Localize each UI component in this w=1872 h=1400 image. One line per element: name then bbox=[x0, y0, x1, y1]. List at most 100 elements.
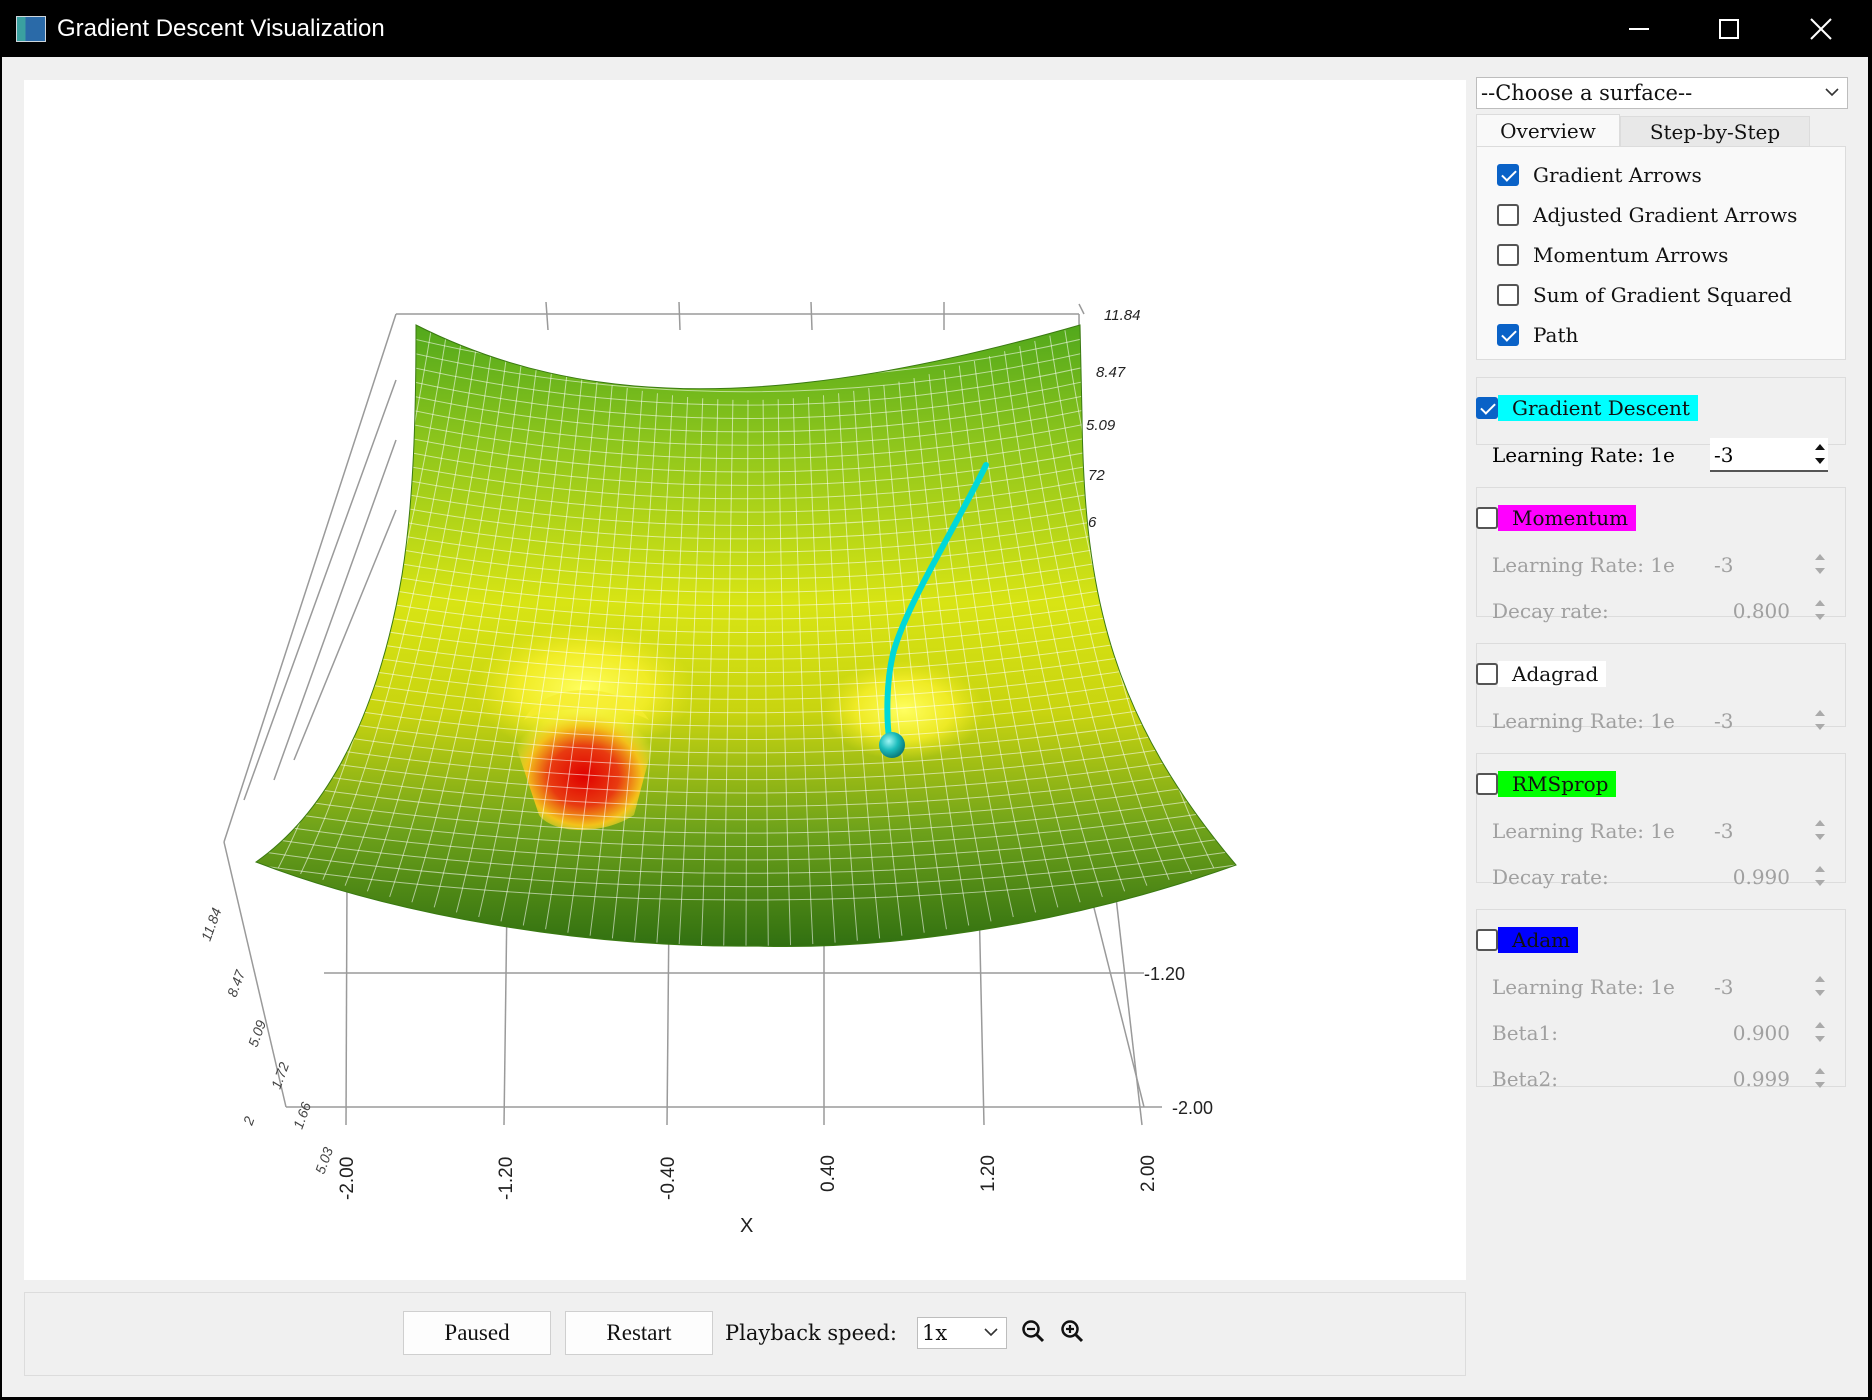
option-label: Path bbox=[1533, 323, 1579, 347]
spin-arrows-icon[interactable] bbox=[1812, 1016, 1828, 1048]
option-sum-of-gradient-squared[interactable]: Sum of Gradient Squared bbox=[1497, 281, 1792, 309]
minimize-icon bbox=[1629, 28, 1649, 30]
checkbox[interactable] bbox=[1476, 663, 1498, 685]
maximize-icon bbox=[1719, 19, 1739, 39]
adam-learning-rate-row: Learning Rate: 1e -3 bbox=[1492, 970, 1836, 1004]
adagrad-learning-rate-row: Learning Rate: 1e -3 bbox=[1492, 704, 1836, 738]
x-tick-label: 2.00 bbox=[1138, 1155, 1159, 1192]
adam-beta2-input[interactable]: 0.999 bbox=[1672, 1062, 1828, 1094]
close-button[interactable] bbox=[1776, 0, 1866, 57]
checkbox[interactable] bbox=[1476, 397, 1498, 419]
x-tick-label: -0.40 bbox=[658, 1157, 679, 1200]
loss-surface bbox=[256, 325, 1236, 947]
spin-arrows-icon[interactable] bbox=[1812, 860, 1828, 892]
optimizer-label: Momentum bbox=[1498, 505, 1637, 531]
rmsprop-decay-rate-input[interactable]: 0.990 bbox=[1672, 860, 1828, 892]
momentum-toggle[interactable]: Momentum bbox=[1476, 505, 1637, 531]
spin-arrows-icon[interactable] bbox=[1812, 970, 1828, 1002]
option-gradient-arrows[interactable]: Gradient Arrows bbox=[1497, 161, 1702, 189]
app-window: Gradient Descent Visualization 11.84 8.4… bbox=[0, 0, 1872, 1400]
playback-speed-select[interactable]: 1x bbox=[917, 1317, 1007, 1349]
option-momentum-arrows[interactable]: Momentum Arrows bbox=[1497, 241, 1728, 269]
momentum-learning-rate-input[interactable]: -3 bbox=[1710, 548, 1828, 580]
x-tick-label: -2.00 bbox=[337, 1157, 358, 1200]
field-value: -3 bbox=[1714, 553, 1734, 577]
option-adjusted-gradient-arrows[interactable]: Adjusted Gradient Arrows bbox=[1497, 201, 1797, 229]
field-value: -3 bbox=[1714, 709, 1734, 733]
option-path[interactable]: Path bbox=[1497, 321, 1578, 349]
pause-button[interactable]: Paused bbox=[403, 1311, 551, 1355]
surface-plot[interactable]: 11.84 8.47 5.09 72 6 11.84 8.47 5.09 1.7… bbox=[24, 80, 1466, 1280]
momentum-learning-rate-row: Learning Rate: 1e -3 bbox=[1492, 548, 1836, 582]
x-tick-label: 0.40 bbox=[818, 1155, 839, 1192]
overview-panel: Gradient Arrows Adjusted Gradient Arrows… bbox=[1476, 146, 1846, 360]
minimize-button[interactable] bbox=[1594, 0, 1684, 57]
surface-select[interactable]: --Choose a surface-- bbox=[1476, 77, 1848, 109]
spin-arrows-icon[interactable] bbox=[1812, 704, 1828, 736]
momentum-decay-rate-row: Decay rate: 0.800 bbox=[1492, 594, 1836, 628]
client-area: 11.84 8.47 5.09 72 6 11.84 8.47 5.09 1.7… bbox=[2, 57, 1868, 1397]
spin-arrows-icon[interactable] bbox=[1812, 548, 1828, 580]
chevron-down-icon bbox=[1825, 88, 1839, 97]
spin-arrows-icon[interactable] bbox=[1812, 594, 1828, 626]
tab-overview[interactable]: Overview bbox=[1476, 114, 1620, 147]
field-value: -3 bbox=[1714, 819, 1734, 843]
rmsprop-toggle[interactable]: RMSprop bbox=[1476, 771, 1617, 797]
option-label: Gradient Arrows bbox=[1533, 163, 1702, 187]
checkbox[interactable] bbox=[1476, 929, 1498, 951]
adam-toggle[interactable]: Adam bbox=[1476, 927, 1579, 953]
adam-learning-rate-input[interactable]: -3 bbox=[1710, 970, 1828, 1002]
adam-beta1-input[interactable]: 0.900 bbox=[1672, 1016, 1828, 1048]
field-label: Learning Rate: 1e bbox=[1492, 443, 1675, 467]
surface-plot-canvas[interactable]: 11.84 8.47 5.09 72 6 11.84 8.47 5.09 1.7… bbox=[24, 80, 1466, 1280]
checkbox[interactable] bbox=[1476, 773, 1498, 795]
z-tick-label: 72 bbox=[1088, 467, 1105, 484]
surface-select-value: --Choose a surface-- bbox=[1481, 81, 1693, 105]
option-label: Sum of Gradient Squared bbox=[1533, 283, 1792, 307]
z-tick-label: 1.66 bbox=[290, 1100, 314, 1131]
field-label: Beta1: bbox=[1492, 1021, 1558, 1045]
rmsprop-learning-rate-input[interactable]: -3 bbox=[1710, 814, 1828, 846]
playback-speed-label: Playback speed: bbox=[725, 1321, 897, 1345]
field-label: Decay rate: bbox=[1492, 599, 1609, 623]
gd-learning-rate-input[interactable]: -3 bbox=[1710, 438, 1828, 472]
checkbox[interactable] bbox=[1497, 284, 1519, 306]
adagrad-toggle[interactable]: Adagrad bbox=[1476, 661, 1607, 687]
z-tick-label: 2 bbox=[239, 1114, 257, 1128]
tab-step-by-step[interactable]: Step-by-Step bbox=[1620, 116, 1810, 148]
field-label: Learning Rate: 1e bbox=[1492, 975, 1675, 999]
zoom-out-icon[interactable] bbox=[1021, 1319, 1047, 1345]
zoom-in-icon[interactable] bbox=[1060, 1319, 1086, 1345]
gd-learning-rate-row: Learning Rate: 1e -3 bbox=[1492, 438, 1836, 472]
field-value: -3 bbox=[1714, 443, 1734, 467]
restart-button[interactable]: Restart bbox=[565, 1311, 713, 1355]
x-tick-label: -1.20 bbox=[496, 1157, 517, 1200]
optimizer-label: Gradient Descent bbox=[1498, 395, 1698, 421]
rmsprop-decay-rate-row: Decay rate: 0.990 bbox=[1492, 860, 1836, 894]
maximize-button[interactable] bbox=[1684, 0, 1774, 57]
momentum-decay-rate-input[interactable]: 0.800 bbox=[1672, 594, 1828, 626]
field-value: 0.800 bbox=[1732, 599, 1790, 623]
chevron-down-icon bbox=[984, 1328, 998, 1337]
checkbox[interactable] bbox=[1497, 244, 1519, 266]
checkbox[interactable] bbox=[1497, 324, 1519, 346]
z-tick-label: 6 bbox=[1088, 514, 1097, 531]
field-value: -3 bbox=[1714, 975, 1734, 999]
optimizer-label: RMSprop bbox=[1498, 771, 1617, 797]
spin-arrows-icon[interactable] bbox=[1812, 814, 1828, 846]
checkbox[interactable] bbox=[1497, 164, 1519, 186]
z-tick-label: 8.47 bbox=[1096, 364, 1126, 381]
optimizer-label: Adam bbox=[1498, 927, 1579, 953]
playback-speed-value: 1x bbox=[922, 1321, 948, 1345]
adam-beta2-row: Beta2: 0.999 bbox=[1492, 1062, 1836, 1096]
gradient-descent-toggle[interactable]: Gradient Descent bbox=[1476, 395, 1698, 421]
field-value: 0.900 bbox=[1732, 1021, 1790, 1045]
option-label: Adjusted Gradient Arrows bbox=[1533, 203, 1798, 227]
title-bar: Gradient Descent Visualization bbox=[0, 0, 1872, 57]
spin-arrows-icon[interactable] bbox=[1812, 438, 1828, 470]
checkbox[interactable] bbox=[1497, 204, 1519, 226]
adagrad-learning-rate-input[interactable]: -3 bbox=[1710, 704, 1828, 736]
spin-arrows-icon[interactable] bbox=[1812, 1062, 1828, 1094]
close-icon bbox=[1810, 18, 1832, 40]
checkbox[interactable] bbox=[1476, 507, 1498, 529]
